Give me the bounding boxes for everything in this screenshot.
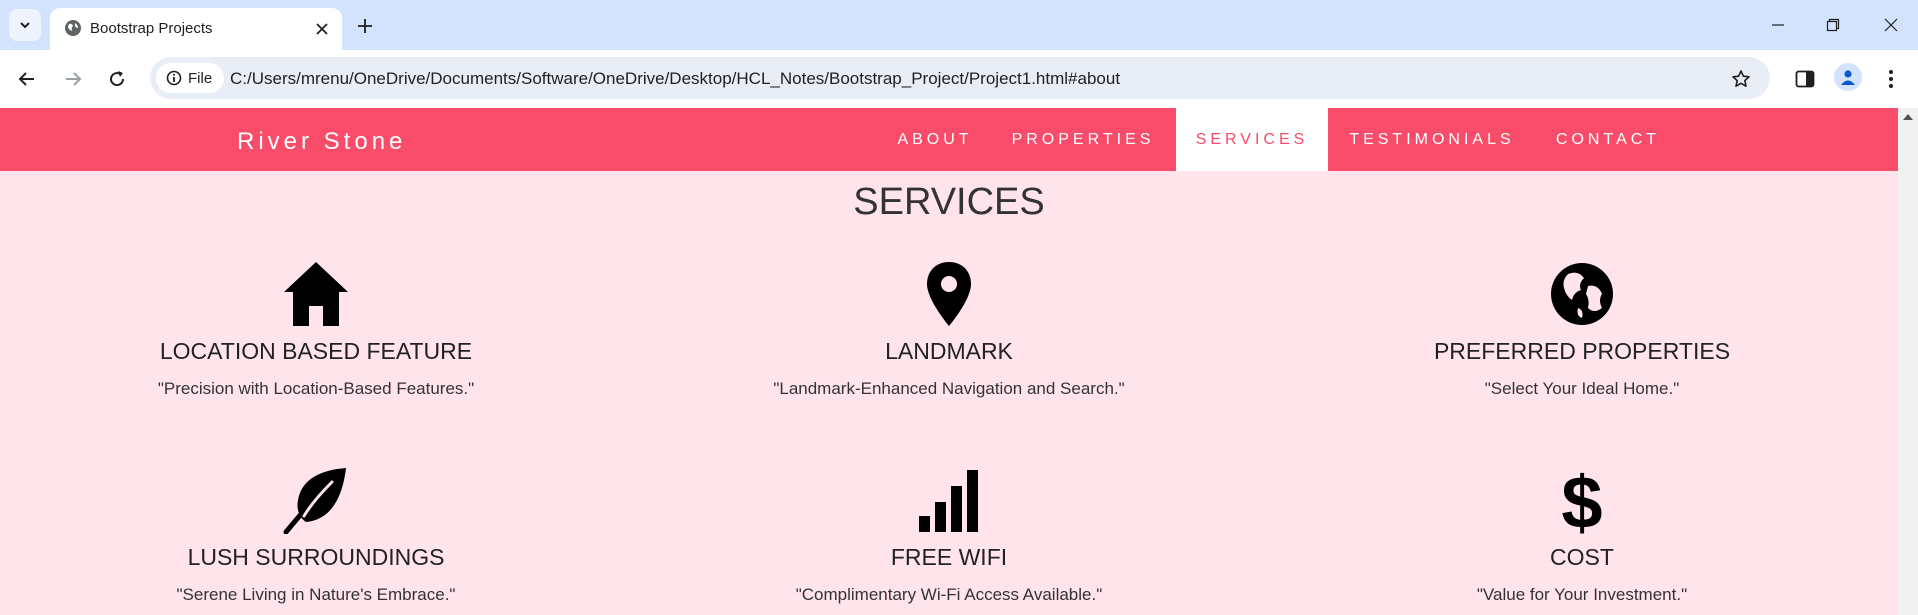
close-tab-button[interactable] (312, 19, 332, 39)
info-icon (166, 70, 182, 86)
bookmark-button[interactable] (1728, 66, 1754, 92)
plus-icon (358, 19, 372, 33)
close-icon (1884, 18, 1898, 32)
service-title: LOCATION BASED FEATURE (159, 338, 473, 364)
site-chip-label: File (188, 69, 213, 87)
site-info-chip[interactable]: File (156, 63, 224, 93)
service-title: FREE WIFI (890, 544, 1008, 570)
service-description: "Landmark-Enhanced Navigation and Search… (773, 379, 1125, 398)
nav-testimonials[interactable]: TESTIMONIALS (1336, 108, 1528, 171)
service-card: LUSH SURROUNDINGS "Serene Living in Natu… (76, 466, 556, 605)
globe-icon (1551, 263, 1613, 325)
leaf-icon (283, 468, 346, 534)
side-panel-icon (1795, 70, 1815, 88)
service-description: "Complimentary Wi-Fi Access Available." (795, 585, 1103, 604)
browser-tab-bar: Bootstrap Projects (0, 0, 1918, 50)
browser-menu-button[interactable] (1876, 64, 1906, 94)
arrow-left-icon (18, 72, 34, 86)
back-button[interactable] (12, 64, 42, 94)
site-navbar: River Stone ABOUT PROPERTIES SERVICES TE… (0, 108, 1898, 171)
tab-title: Bootstrap Projects (90, 20, 213, 37)
service-description: "Precision with Location-Based Features.… (157, 379, 475, 398)
service-card: FREE WIFI "Complimentary Wi-Fi Access Av… (709, 466, 1189, 605)
restore-icon (1826, 18, 1840, 32)
side-panel-button[interactable] (1790, 64, 1820, 94)
globe-icon (65, 20, 81, 36)
service-card: LOCATION BASED FEATURE "Precision with L… (76, 260, 556, 399)
service-card: $ COST "Value for Your Investment." (1342, 466, 1822, 605)
browser-toolbar: File C:/Users/mrenu/OneDrive/Documents/S… (0, 50, 1918, 108)
nav-properties[interactable]: PROPERTIES (998, 108, 1168, 171)
service-title: LANDMARK (885, 338, 1013, 364)
service-title: PREFERRED PROPERTIES (1433, 338, 1731, 364)
home-icon (284, 262, 348, 326)
nav-about[interactable]: ABOUT (880, 108, 990, 171)
service-card: PREFERRED PROPERTIES "Select Your Ideal … (1342, 260, 1822, 399)
service-card: LANDMARK "Landmark-Enhanced Navigation a… (709, 260, 1189, 399)
signal-icon (919, 470, 978, 532)
nav-contact[interactable]: CONTACT (1540, 108, 1676, 171)
forward-button[interactable] (58, 64, 88, 94)
close-window-button[interactable] (1868, 10, 1914, 40)
service-title: COST (1550, 544, 1614, 570)
star-icon (1732, 70, 1750, 87)
svg-text:$: $ (1561, 466, 1602, 534)
profile-button[interactable] (1834, 63, 1862, 91)
services-heading: SERVICES (853, 181, 1045, 223)
page-scrollbar[interactable] (1898, 108, 1918, 615)
nav-services[interactable]: SERVICES (1176, 108, 1328, 171)
brand-logo[interactable]: River Stone (237, 128, 406, 156)
browser-tab[interactable]: Bootstrap Projects (50, 8, 342, 50)
service-description: "Value for Your Investment." (1476, 585, 1688, 604)
reload-icon (110, 71, 125, 87)
close-icon (316, 23, 328, 35)
minimize-button[interactable] (1755, 10, 1801, 40)
restore-button[interactable] (1810, 10, 1856, 40)
arrow-right-icon (66, 72, 82, 86)
dollar-icon: $ (1561, 466, 1602, 534)
minimize-icon (1772, 24, 1784, 26)
url-text[interactable]: C:/Users/mrenu/OneDrive/Documents/Softwa… (230, 69, 1120, 89)
avatar-icon (1841, 70, 1855, 85)
new-tab-button[interactable] (352, 13, 378, 39)
scroll-up-arrow[interactable] (1903, 114, 1913, 120)
more-vertical-icon (1889, 70, 1893, 88)
chevron-down-icon (20, 22, 30, 29)
service-description: "Serene Living in Nature's Embrace." (176, 585, 456, 604)
tab-search-button[interactable] (9, 9, 41, 41)
address-bar[interactable]: File C:/Users/mrenu/OneDrive/Documents/S… (150, 57, 1770, 99)
map-pin-icon (927, 262, 971, 326)
service-title: LUSH SURROUNDINGS (187, 544, 445, 570)
reload-button[interactable] (102, 64, 132, 94)
service-description: "Select Your Ideal Home." (1484, 379, 1680, 398)
